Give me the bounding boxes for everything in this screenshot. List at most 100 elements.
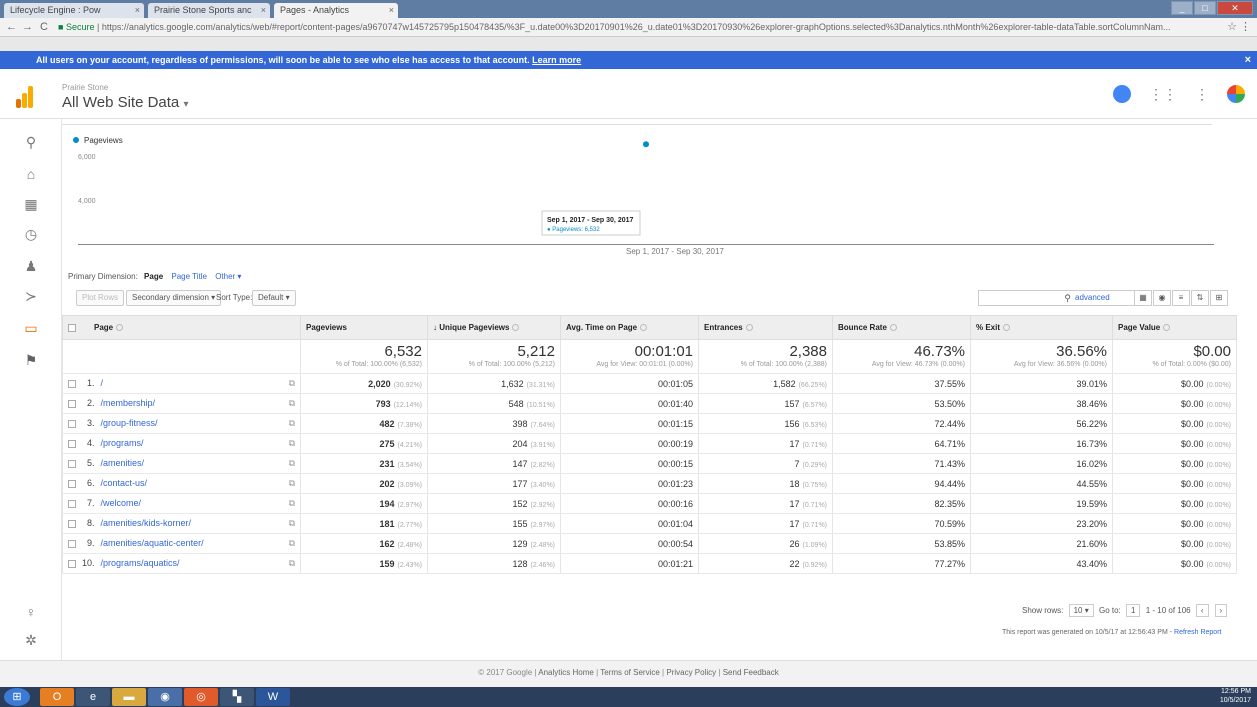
conversions-flag-icon[interactable]: ⚑ xyxy=(22,351,40,369)
more-vert-icon[interactable]: ⋮ xyxy=(1195,86,1209,103)
row-checkbox[interactable] xyxy=(68,379,76,388)
page-link[interactable]: /programs/ xyxy=(101,438,144,448)
page-link[interactable]: /membership/ xyxy=(101,398,156,408)
page-link[interactable]: /contact-us/ xyxy=(101,478,148,488)
browser-tab-prairie-stone[interactable]: Prairie Stone Sports anc × xyxy=(148,3,270,18)
explorer-folder-icon[interactable]: ▬ xyxy=(112,688,146,706)
chrome-taskbar-icon[interactable]: ◉ xyxy=(148,688,182,706)
external-link-icon[interactable]: ⧉ xyxy=(289,478,295,489)
external-link-icon[interactable]: ⧉ xyxy=(289,538,295,549)
row-checkbox[interactable] xyxy=(68,439,76,448)
col-page[interactable]: Page xyxy=(62,315,301,340)
back-arrow-icon[interactable]: ← xyxy=(6,21,17,33)
app-taskbar-icon[interactable]: ◎ xyxy=(184,688,218,706)
data-point[interactable] xyxy=(643,141,649,148)
start-button-icon[interactable]: ⊞ xyxy=(4,688,30,706)
external-link-icon[interactable]: ⧉ xyxy=(289,398,295,409)
browser-tab-lifecycle[interactable]: Lifecycle Engine : Pow × xyxy=(4,3,144,18)
acquisition-icon[interactable]: ≻ xyxy=(22,287,40,305)
external-link-icon[interactable]: ⧉ xyxy=(289,518,295,529)
col-page-value[interactable]: Page Value xyxy=(1112,315,1237,340)
dimension-other[interactable]: Other ▾ xyxy=(215,272,241,281)
minimize-icon[interactable]: _ xyxy=(1171,1,1193,15)
row-checkbox[interactable] xyxy=(68,459,76,468)
search-icon[interactable]: ⚲ xyxy=(1064,293,1071,304)
realtime-clock-icon[interactable]: ◷ xyxy=(22,225,40,243)
col-entrances[interactable]: Entrances xyxy=(698,315,833,340)
dimension-page[interactable]: Page xyxy=(144,272,163,281)
external-link-icon[interactable]: ⧉ xyxy=(289,558,295,569)
select-all-checkbox[interactable] xyxy=(68,323,76,332)
col-exit[interactable]: % Exit xyxy=(970,315,1113,340)
send-feedback-link[interactable]: Send Feedback xyxy=(723,668,779,677)
row-checkbox[interactable] xyxy=(68,519,76,528)
external-link-icon[interactable]: ⧉ xyxy=(289,438,295,449)
show-rows-select[interactable]: 10 ▾ xyxy=(1068,604,1094,617)
tab-close-icon[interactable]: × xyxy=(135,5,140,15)
secondary-dimension-dropdown[interactable]: Secondary dimension ▾ xyxy=(126,290,222,306)
page-link[interactable]: /amenities/aquatic-center/ xyxy=(101,538,204,548)
tab-close-icon[interactable]: × xyxy=(389,5,394,15)
external-link-icon[interactable]: ⧉ xyxy=(289,418,295,429)
external-link-icon[interactable]: ⧉ xyxy=(289,378,295,389)
clock-time[interactable]: 12:56 PM xyxy=(1220,687,1251,696)
col-bounce-rate[interactable]: Bounce Rate xyxy=(832,315,971,340)
paint-taskbar-icon[interactable]: ▚ xyxy=(220,688,254,706)
page-link[interactable]: /amenities/ xyxy=(101,458,145,468)
maximize-icon[interactable]: □ xyxy=(1194,1,1216,15)
clock-date[interactable]: 10/5/2017 xyxy=(1220,696,1251,705)
ie-taskbar-icon[interactable]: e xyxy=(76,688,110,706)
page-link[interactable]: /programs/aquatics/ xyxy=(101,558,180,568)
advanced-filter-link[interactable]: advanced xyxy=(1075,293,1110,302)
external-link-icon[interactable]: ⧉ xyxy=(289,498,295,509)
page-link[interactable]: /amenities/kids-korner/ xyxy=(101,518,192,528)
sort-type-dropdown[interactable]: Default ▾ xyxy=(252,290,296,306)
tab-close-icon[interactable]: × xyxy=(261,5,266,15)
search-icon[interactable]: ⚲ xyxy=(22,133,40,151)
account-avatar[interactable] xyxy=(1227,85,1245,103)
admin-gear-icon[interactable]: ✲ xyxy=(22,631,40,649)
browser-tab-analytics[interactable]: Pages - Analytics × xyxy=(274,3,398,18)
comparison-view-icon[interactable]: ⇅ xyxy=(1191,290,1209,306)
outlook-taskbar-icon[interactable]: O xyxy=(40,688,74,706)
row-checkbox[interactable] xyxy=(68,479,76,488)
window-close-icon[interactable]: ✕ xyxy=(1217,1,1253,15)
refresh-report-link[interactable]: Refresh Report xyxy=(1174,629,1221,636)
word-taskbar-icon[interactable]: W xyxy=(256,688,290,706)
external-link-icon[interactable]: ⧉ xyxy=(289,458,295,469)
notifications-icon[interactable] xyxy=(1113,85,1131,103)
col-pageviews[interactable]: Pageviews xyxy=(300,315,428,340)
home-icon[interactable]: ⌂ xyxy=(22,165,40,183)
page-link[interactable]: /welcome/ xyxy=(101,498,142,508)
data-table-view-icon[interactable]: ▦ xyxy=(1134,290,1152,306)
col-avg-time[interactable]: Avg. Time on Page xyxy=(560,315,699,340)
page-link[interactable]: / xyxy=(101,378,104,388)
analytics-logo-icon[interactable] xyxy=(16,86,34,108)
plot-rows-button[interactable]: Plot Rows xyxy=(76,290,125,306)
view-selector[interactable]: All Web Site Data ▾ xyxy=(62,94,188,111)
percentage-view-icon[interactable]: ◉ xyxy=(1153,290,1171,306)
analytics-home-link[interactable]: Analytics Home xyxy=(538,668,594,677)
url-field[interactable]: ■ Secure | https://analytics.google.com/… xyxy=(58,20,1193,35)
pivot-view-icon[interactable]: ⊞ xyxy=(1210,290,1228,306)
discover-lightbulb-icon[interactable]: ♀ xyxy=(22,603,40,621)
learn-more-link[interactable]: Learn more xyxy=(532,55,581,65)
reload-icon[interactable]: C xyxy=(40,21,48,33)
row-checkbox[interactable] xyxy=(68,499,76,508)
row-checkbox[interactable] xyxy=(68,559,76,568)
col-unique-pageviews[interactable]: ↓ Unique Pageviews xyxy=(427,315,561,340)
apps-grid-icon[interactable]: ⋮⋮ xyxy=(1149,86,1177,103)
notice-close-icon[interactable]: × xyxy=(1245,51,1251,69)
dimension-page-title[interactable]: Page Title xyxy=(171,272,207,281)
performance-view-icon[interactable]: ≡ xyxy=(1172,290,1190,306)
forward-arrow-icon[interactable]: → xyxy=(22,21,33,33)
prev-page-icon[interactable]: ‹ xyxy=(1195,604,1209,617)
audience-person-icon[interactable]: ♟ xyxy=(22,257,40,275)
customization-icon[interactable]: ▦ xyxy=(22,195,40,213)
bookmark-star-icon[interactable]: ☆ ⋮ xyxy=(1227,20,1251,33)
page-link[interactable]: /group-fitness/ xyxy=(101,418,158,428)
terms-link[interactable]: Terms of Service xyxy=(600,668,660,677)
next-page-icon[interactable]: › xyxy=(1214,604,1228,617)
privacy-link[interactable]: Privacy Policy xyxy=(666,668,716,677)
table-search-input[interactable]: ⚲ advanced xyxy=(978,290,1138,306)
